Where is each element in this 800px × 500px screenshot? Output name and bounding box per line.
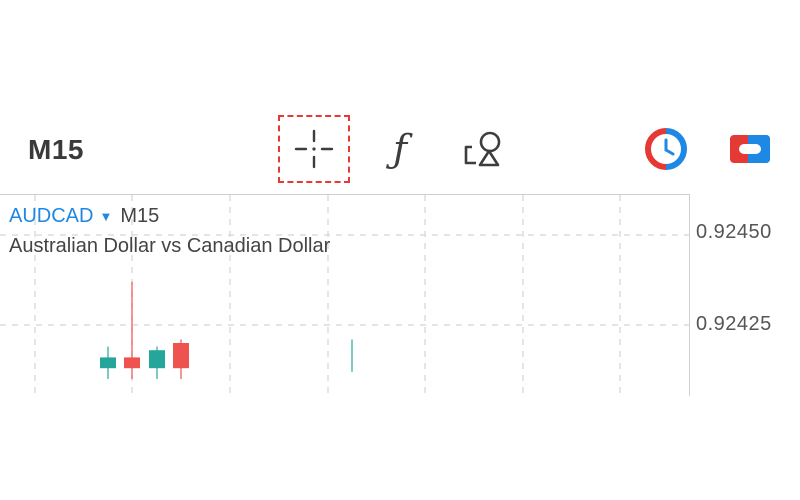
chart-pane[interactable]: AUDCAD ▼ M15 Australian Dollar vs Canadi…: [0, 194, 690, 396]
trade-icon: [730, 135, 770, 163]
drawing-tools-button[interactable]: [448, 115, 520, 183]
chart-toolbar: M15 ƒ: [0, 108, 800, 188]
candle-body: [100, 357, 116, 369]
symbol-timeframe: M15: [120, 205, 160, 227]
candle: [173, 339, 189, 379]
crosshair-button[interactable]: [278, 115, 350, 183]
candle-body: [149, 350, 165, 369]
clock-button[interactable]: [630, 115, 702, 183]
function-icon: ƒ: [392, 127, 408, 171]
chart-area[interactable]: AUDCAD ▼ M15 Australian Dollar vs Canadi…: [0, 194, 800, 396]
timeframe-label[interactable]: M15: [28, 134, 84, 166]
symbol-name[interactable]: AUDCAD: [9, 205, 93, 228]
clock-icon: [645, 128, 687, 170]
candle: [124, 281, 140, 379]
price-tick-label: 0.92425: [696, 313, 772, 335]
indicators-button[interactable]: ƒ: [364, 115, 436, 183]
chart-screen: M15 ƒ AUDCAD ▼ M15 Australian Dollar vs …: [0, 0, 800, 500]
candle: [100, 346, 116, 379]
selection-border: [278, 115, 350, 183]
price-tick-label: 0.92450: [696, 221, 772, 243]
symbol-description: Australian Dollar vs Canadian Dollar: [9, 235, 331, 257]
symbol-header[interactable]: AUDCAD ▼ M15: [9, 205, 159, 228]
candle: [149, 346, 165, 379]
shapes-icon: [464, 131, 501, 167]
trade-button[interactable]: [714, 115, 786, 183]
candle-body: [124, 357, 140, 369]
symbol-dropdown-caret[interactable]: ▼: [99, 209, 112, 224]
candle-body: [173, 343, 189, 369]
candles-layer: [100, 281, 353, 379]
